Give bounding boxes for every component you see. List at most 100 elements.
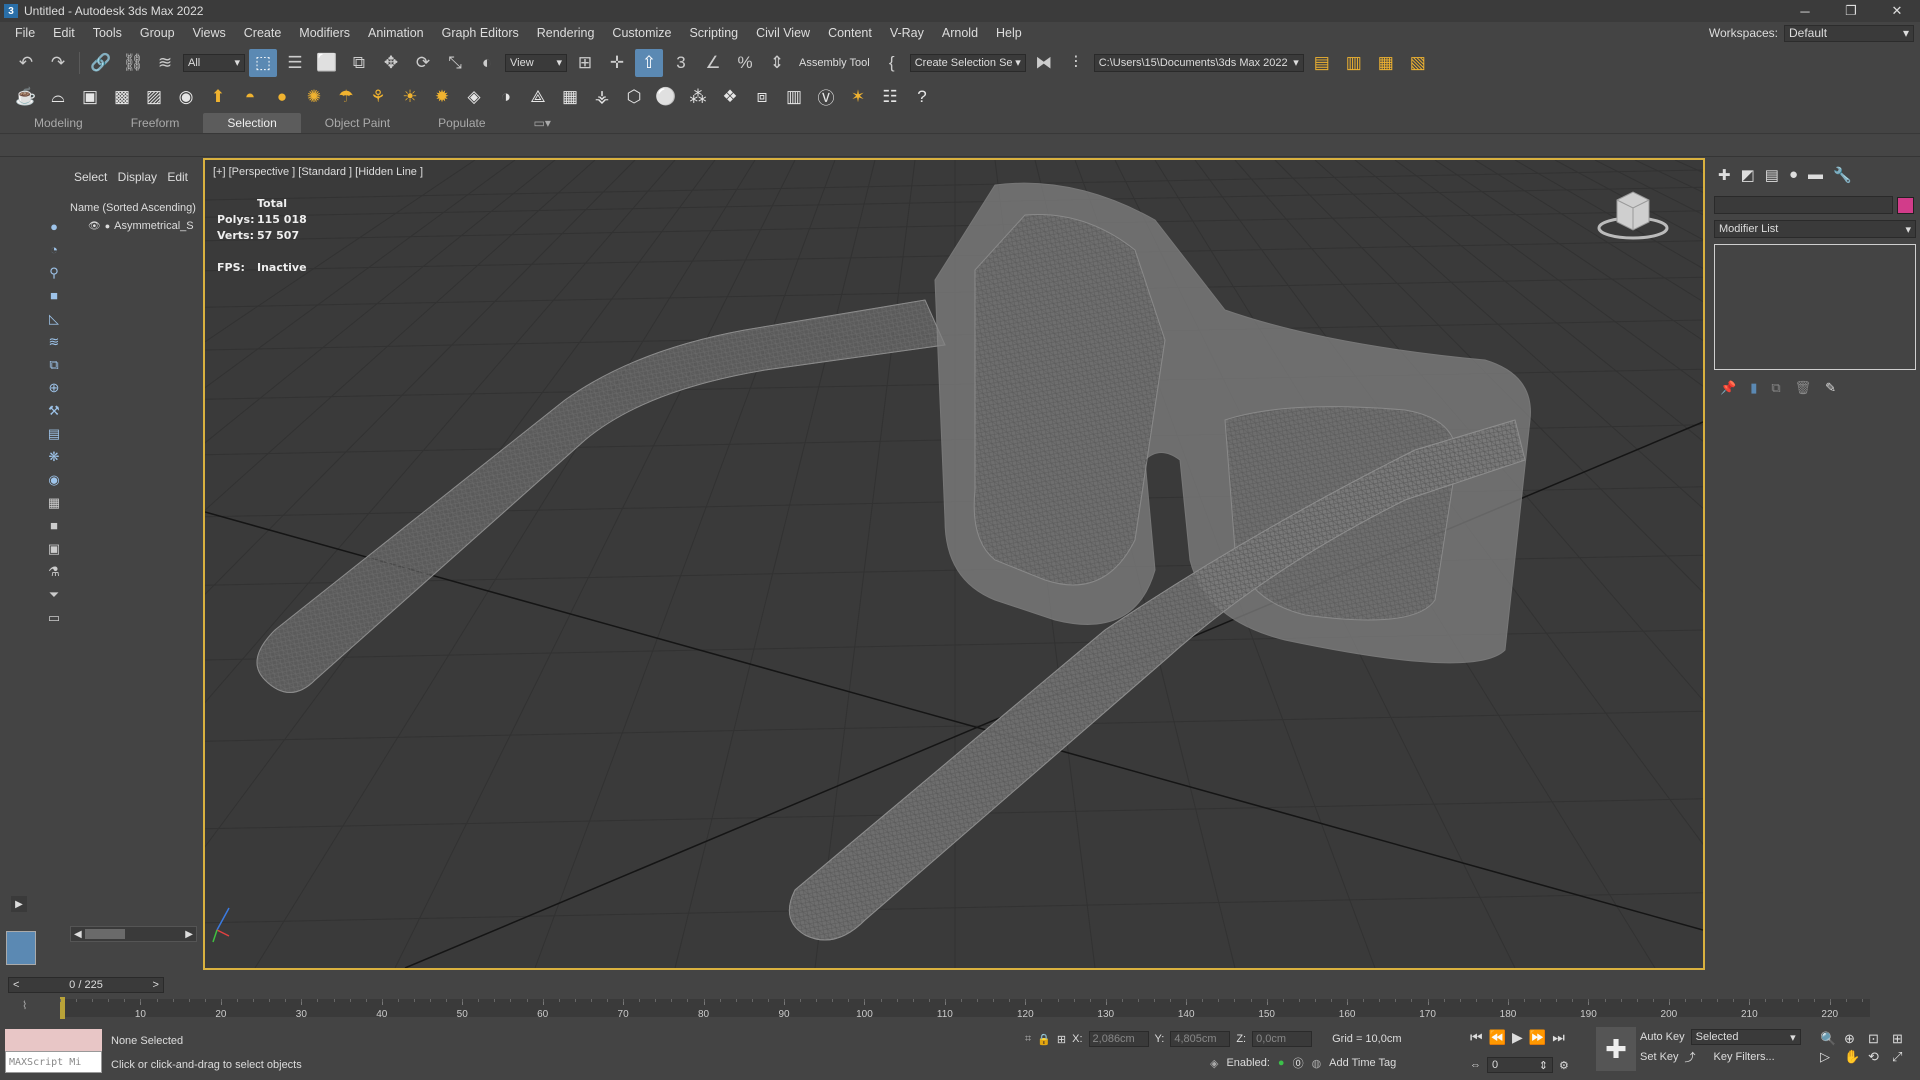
- key-filters-button[interactable]: Key Filters...: [1714, 1051, 1775, 1063]
- display-xrefs-icon[interactable]: ⊕: [42, 377, 66, 398]
- grass-icon[interactable]: ⚶: [588, 83, 616, 111]
- material-convert-icon[interactable]: ⧈: [748, 83, 776, 111]
- time-next-icon[interactable]: >: [153, 979, 159, 991]
- ribbon-options-icon[interactable]: ▭▾: [510, 113, 575, 133]
- x-coordinate-field[interactable]: 2,086cm: [1088, 1031, 1149, 1047]
- key-mode-icon[interactable]: ⇔: [1470, 1059, 1481, 1071]
- zoom-extents-icon[interactable]: ⊡: [1868, 1031, 1890, 1047]
- tab-edit[interactable]: Edit: [163, 170, 192, 184]
- current-frame-field[interactable]: 0 ⇕: [1487, 1057, 1553, 1073]
- close-button[interactable]: ✕: [1874, 0, 1920, 22]
- display-tab-icon[interactable]: ▬: [1808, 166, 1823, 184]
- create-tab-icon[interactable]: ✚: [1718, 166, 1731, 184]
- menu-modifiers[interactable]: Modifiers: [290, 26, 359, 40]
- shape-icon[interactable]: ⬡: [620, 83, 648, 111]
- expand-arrow-icon[interactable]: ▶: [11, 896, 27, 912]
- curve-editor-icon[interactable]: ⌇: [22, 999, 27, 1012]
- menu-graph-editors[interactable]: Graph Editors: [433, 26, 528, 40]
- undo-icon[interactable]: ↶: [12, 49, 40, 77]
- time-prev-icon[interactable]: <: [13, 979, 19, 991]
- scale-icon[interactable]: ⤡: [441, 49, 469, 77]
- modify-tab-icon[interactable]: ◩: [1741, 166, 1755, 184]
- explorer-scrollbar[interactable]: ◀ ▶: [70, 926, 197, 942]
- tab-freeform[interactable]: Freeform: [107, 113, 204, 133]
- display-all-icon[interactable]: ▦: [42, 492, 66, 513]
- display-containers-icon[interactable]: ▤: [42, 423, 66, 444]
- play-icon[interactable]: ▶: [1512, 1029, 1523, 1046]
- workspace-dropdown[interactable]: Default ▾: [1784, 24, 1914, 42]
- tab-modeling[interactable]: Modeling: [10, 113, 107, 133]
- dome-light-icon[interactable]: ◓: [236, 83, 264, 111]
- enabled-toggle-icon[interactable]: ⓪: [1293, 1055, 1304, 1071]
- isolate-icon[interactable]: ⌗: [1025, 1033, 1031, 1046]
- sphere-light-icon[interactable]: ●: [268, 83, 296, 111]
- previous-frame-icon[interactable]: ⏪: [1489, 1029, 1506, 1046]
- move-icon[interactable]: ✥: [377, 49, 405, 77]
- filter-icon[interactable]: ⚗: [42, 561, 66, 582]
- align-icon[interactable]: ⫶: [1062, 49, 1090, 77]
- menu-group[interactable]: Group: [131, 26, 184, 40]
- selection-filter-dropdown[interactable]: All ▾: [183, 53, 245, 72]
- y-coordinate-field[interactable]: 4,805cm: [1170, 1031, 1231, 1047]
- tab-object-paint[interactable]: Object Paint: [301, 113, 414, 133]
- named-selection-dropdown[interactable]: Create Selection Se ▾: [909, 53, 1026, 72]
- display-none-icon[interactable]: ■: [42, 515, 66, 536]
- rotate-icon[interactable]: ⟳: [409, 49, 437, 77]
- list-item[interactable]: 👁 ● Asymmetrical_S: [70, 220, 198, 232]
- material-editor-icon[interactable]: ⁂: [684, 83, 712, 111]
- material-ball-icon[interactable]: ⚪: [652, 83, 680, 111]
- menu-help[interactable]: Help: [987, 26, 1031, 40]
- render-setup-icon[interactable]: ▩: [108, 83, 136, 111]
- pan-icon[interactable]: ✋: [1844, 1049, 1866, 1065]
- frame-buffer-icon[interactable]: ▥: [780, 83, 808, 111]
- viewport-label[interactable]: [+] [Perspective ] [Standard ] [Hidden L…: [213, 166, 423, 178]
- utilities-tab-icon[interactable]: 🔧: [1833, 166, 1852, 184]
- set-key-button[interactable]: Set Key: [1640, 1051, 1679, 1063]
- ambient-light-icon[interactable]: ✹: [428, 83, 456, 111]
- motion-tab-icon[interactable]: ●: [1789, 166, 1798, 184]
- angle-snap-icon[interactable]: ∠: [699, 49, 727, 77]
- time-slider[interactable]: < 0 / 225 >: [8, 977, 164, 993]
- configure-sets-icon[interactable]: ✎: [1825, 380, 1836, 396]
- explorer-switch-icon[interactable]: [6, 931, 36, 965]
- display-particles-icon[interactable]: ❋: [42, 446, 66, 467]
- select-by-name-icon[interactable]: ☰: [281, 49, 309, 77]
- menu-edit[interactable]: Edit: [44, 26, 84, 40]
- edit-named-selection-icon[interactable]: {: [878, 49, 906, 77]
- eye-icon[interactable]: 👁: [88, 221, 101, 232]
- pin-stack-icon[interactable]: 📌: [1720, 380, 1736, 396]
- make-unique-icon[interactable]: ⧉: [1771, 380, 1780, 396]
- absolute-mode-icon[interactable]: ⊞: [1057, 1033, 1066, 1046]
- menu-vray[interactable]: V-Ray: [881, 26, 933, 40]
- reference-coordinate-dropdown[interactable]: View ▾: [505, 53, 567, 72]
- viewcube-icon[interactable]: [1593, 184, 1673, 244]
- sunglasses-mesh[interactable]: [256, 182, 1531, 941]
- key-selection-dropdown[interactable]: Selected ▾: [1690, 1029, 1801, 1045]
- rendered-frame-icon[interactable]: ▨: [140, 83, 168, 111]
- spot-light-icon[interactable]: ☂: [332, 83, 360, 111]
- light-icon[interactable]: ⬆: [204, 83, 232, 111]
- material-library-icon[interactable]: ❖: [716, 83, 744, 111]
- plane-icon[interactable]: ⟁: [524, 83, 552, 111]
- layer-explorer-icon[interactable]: ▭: [42, 607, 66, 628]
- redo-icon[interactable]: ↷: [44, 49, 72, 77]
- menu-animation[interactable]: Animation: [359, 26, 433, 40]
- menu-file[interactable]: File: [6, 26, 44, 40]
- go-to-start-icon[interactable]: ⏮: [1470, 1029, 1483, 1046]
- restore-button[interactable]: ❐: [1828, 0, 1874, 22]
- funnel-icon[interactable]: ⏷: [42, 584, 66, 605]
- perspective-viewport[interactable]: [+] [Perspective ] [Standard ] [Hidden L…: [203, 158, 1705, 970]
- next-frame-icon[interactable]: ⏩: [1529, 1029, 1546, 1046]
- tab-selection[interactable]: Selection: [203, 113, 301, 133]
- add-time-tag-button[interactable]: Add Time Tag: [1329, 1057, 1396, 1069]
- vray-logo-icon[interactable]: Ⓥ: [812, 83, 840, 111]
- assembly-tool-button[interactable]: Assembly Tool: [795, 57, 874, 69]
- zoom-all-icon[interactable]: ⊕: [1844, 1031, 1866, 1047]
- object-color-swatch[interactable]: [1897, 196, 1914, 214]
- minimize-button[interactable]: ─: [1782, 0, 1828, 22]
- scene-explorer-icon[interactable]: ▣: [76, 83, 104, 111]
- display-frozen-icon[interactable]: ◉: [42, 469, 66, 490]
- spinner-snap-icon[interactable]: ⇕: [763, 49, 791, 77]
- z-coordinate-field[interactable]: 0,0cm: [1252, 1031, 1313, 1047]
- select-manipulate-icon[interactable]: ✛: [603, 49, 631, 77]
